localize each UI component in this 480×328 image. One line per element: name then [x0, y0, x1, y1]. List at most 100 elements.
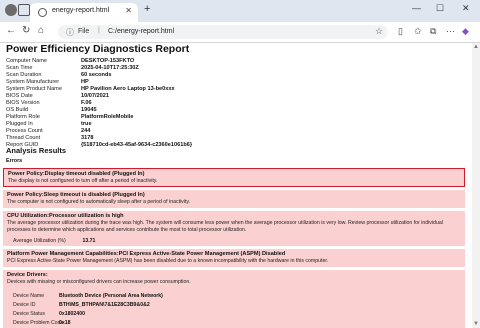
issue-device-drivers[interactable]: Device Drivers: Devices with missing or … — [3, 270, 465, 328]
home-icon[interactable]: ⌂ — [38, 25, 44, 36]
title-bar: energy-report.html ✕ + — ☐ ✕ — [0, 0, 480, 22]
system-info-row: Platform Role PlatformRoleMobile — [6, 114, 192, 121]
new-tab-button[interactable]: + — [144, 3, 150, 15]
system-info-value: DESKTOP-153FKTO — [81, 58, 135, 64]
page-title: Power Efficiency Diagnostics Report — [6, 43, 190, 55]
device-detail-value: 0x18 — [59, 320, 71, 326]
refresh-icon[interactable]: ↻ — [22, 25, 30, 36]
system-info-key: OS Build — [6, 107, 29, 113]
split-screen-icon[interactable]: ▯ — [398, 26, 403, 37]
system-info-key: System Manufacturer — [6, 79, 60, 85]
system-info-key: System Product Name — [6, 86, 62, 92]
issue-description: PCI Express Active-State Power Managemen… — [7, 258, 329, 264]
address-scheme-label: File — [78, 28, 90, 35]
system-info-value: 60 seconds — [81, 72, 112, 78]
system-info-value: 19045 — [81, 107, 97, 113]
system-info-value: 2025-04-10T17:25:30Z — [81, 65, 139, 71]
issue-description: The display is not configured to turn of… — [8, 178, 158, 184]
system-info-value: 244 — [81, 128, 91, 134]
device-detail-key: Device Problem Code — [13, 320, 64, 326]
issue-title: Power Policy:Display timeout disabled (P… — [8, 171, 145, 177]
system-info-key: Thread Count — [6, 135, 41, 141]
report-content: Power Efficiency Diagnostics Report Comp… — [0, 43, 472, 328]
scroll-up-icon[interactable]: ▲ — [473, 44, 479, 50]
system-info-key: Scan Time — [6, 65, 33, 71]
device-detail-row: Device ID BTH\MS_BTHPAN\7&1E28C3B9&0&2 — [13, 302, 150, 308]
system-info-row: Process Count 244 — [6, 128, 192, 135]
system-info-key: Computer Name — [6, 58, 48, 64]
issue-title: Platform Power Management Capabilities:P… — [7, 251, 286, 257]
close-window-icon[interactable]: ✕ — [462, 3, 470, 14]
system-info-row: Scan Time 2025-04-10T17:25:30Z — [6, 65, 192, 72]
navigation-bar: ← ↻ ⌂ ⓘ File | C:/energy-report.html ☆ ▯… — [0, 22, 480, 43]
system-info-key: Scan Duration — [6, 72, 42, 78]
issue-sleep-timeout[interactable]: Power Policy:Sleep timeout is disabled (… — [3, 190, 465, 208]
issue-description: Devices with missing or misconfigured dr… — [7, 279, 191, 285]
system-info-table: Computer Name DESKTOP-153FKTO Scan Time 202… — [6, 58, 192, 149]
system-info-row: System Product Name HP Pavilion Aero Lapt… — [6, 86, 192, 93]
collections-icon[interactable]: ⧉ — [430, 26, 436, 37]
globe-icon — [38, 8, 47, 17]
favorite-star-icon[interactable]: ☆ — [375, 26, 383, 37]
system-info-row: System Manufacturer HP — [6, 79, 192, 86]
workspaces-icon[interactable] — [18, 4, 30, 16]
copilot-icon[interactable]: ◆ — [462, 26, 469, 37]
close-tab-icon[interactable]: ✕ — [125, 6, 132, 15]
tab-energy-report[interactable]: energy-report.html ✕ — [30, 3, 138, 22]
minimize-icon[interactable]: — — [412, 3, 421, 13]
back-icon[interactable]: ← — [6, 25, 16, 36]
system-info-key: BIOS Version — [6, 100, 40, 106]
system-info-key: Process Count — [6, 128, 43, 134]
profile-icon[interactable] — [5, 4, 17, 16]
system-info-value: 10/07/2021 — [81, 93, 109, 99]
maximize-icon[interactable]: ☐ — [436, 3, 444, 14]
system-info-row: OS Build 19045 — [6, 107, 192, 114]
analysis-results-heading: Analysis Results — [6, 146, 67, 155]
issue-description: The average processor utilization during… — [7, 220, 443, 233]
device-detail-key: Device Status — [13, 311, 46, 317]
issue-display-timeout[interactable]: Power Policy:Display timeout disabled (P… — [3, 168, 465, 187]
system-info-value: HP Pavilion Aero Laptop 13-be0xxx — [81, 86, 175, 92]
issue-cpu-utilization-real[interactable]: CPU Utilization:Processor utilization is… — [3, 211, 465, 246]
address-separator: | — [98, 27, 100, 34]
info-icon[interactable]: ⓘ — [66, 27, 74, 38]
issue-title: CPU Utilization:Processor utilization is… — [7, 213, 124, 219]
device-detail-key: Device ID — [13, 302, 36, 308]
more-menu-icon[interactable]: ⋯ — [446, 26, 455, 37]
address-url[interactable]: C:/energy-report.html — [108, 28, 174, 35]
system-info-value: PlatformRoleMobile — [81, 114, 134, 120]
system-info-key: Platform Role — [6, 114, 40, 120]
system-info-value: {518710cd-eb43-45af-9634-c2360e1061b6} — [81, 142, 193, 148]
device-detail-row: Device Name Bluetooth Device (Personal Ar… — [13, 293, 163, 299]
device-detail-row: Device Problem Code0x18 — [13, 320, 71, 326]
device-detail-key: Device Name — [13, 293, 45, 299]
system-info-row: Scan Duration 60 seconds — [6, 72, 192, 79]
scroll-down-icon[interactable]: ▼ — [473, 321, 479, 327]
device-detail-value: BTH\MS_BTHPAN\7&1E28C3B9&0&2 — [59, 302, 150, 308]
issue-title: Power Policy:Sleep timeout is disabled (… — [7, 192, 145, 198]
system-info-value: HP — [81, 79, 89, 85]
system-info-value: true — [81, 121, 92, 127]
issue-title: Device Drivers: — [7, 272, 48, 278]
device-detail-value: 0x1802400 — [59, 311, 85, 317]
device-detail-row: Device Status 0x1802400 — [13, 311, 85, 317]
average-utilization-value: 13.71 — [82, 238, 96, 244]
tab-title: energy-report.html — [52, 7, 110, 14]
vertical-scrollbar[interactable]: ▲ ▼ — [472, 43, 480, 328]
average-utilization-row: Average Utilization (%) 13.71 — [13, 238, 95, 244]
system-info-key: BIOS Date — [6, 93, 33, 99]
average-utilization-label: Average Utilization (%) — [13, 238, 66, 244]
system-info-row: Plugged In true — [6, 121, 192, 128]
system-info-row: BIOS Date 10/07/2021 — [6, 93, 192, 100]
address-bar[interactable]: ⓘ File | C:/energy-report.html — [58, 25, 388, 39]
system-info-value: F.06 — [81, 100, 92, 106]
system-info-key: Plugged In — [6, 121, 33, 127]
system-info-row: BIOS Version F.06 — [6, 100, 192, 107]
system-info-row: Computer Name DESKTOP-153FKTO — [6, 58, 192, 65]
device-detail-value: Bluetooth Device (Personal Area Network) — [59, 293, 163, 299]
system-info-value: 3178 — [81, 135, 94, 141]
issue-pci-aspm[interactable]: Platform Power Management Capabilities:P… — [3, 249, 465, 267]
favorites-icon[interactable]: ✩ — [414, 26, 422, 37]
system-info-row: Thread Count 3178 — [6, 135, 192, 142]
issue-description: The computer is not configured to automa… — [7, 199, 191, 205]
